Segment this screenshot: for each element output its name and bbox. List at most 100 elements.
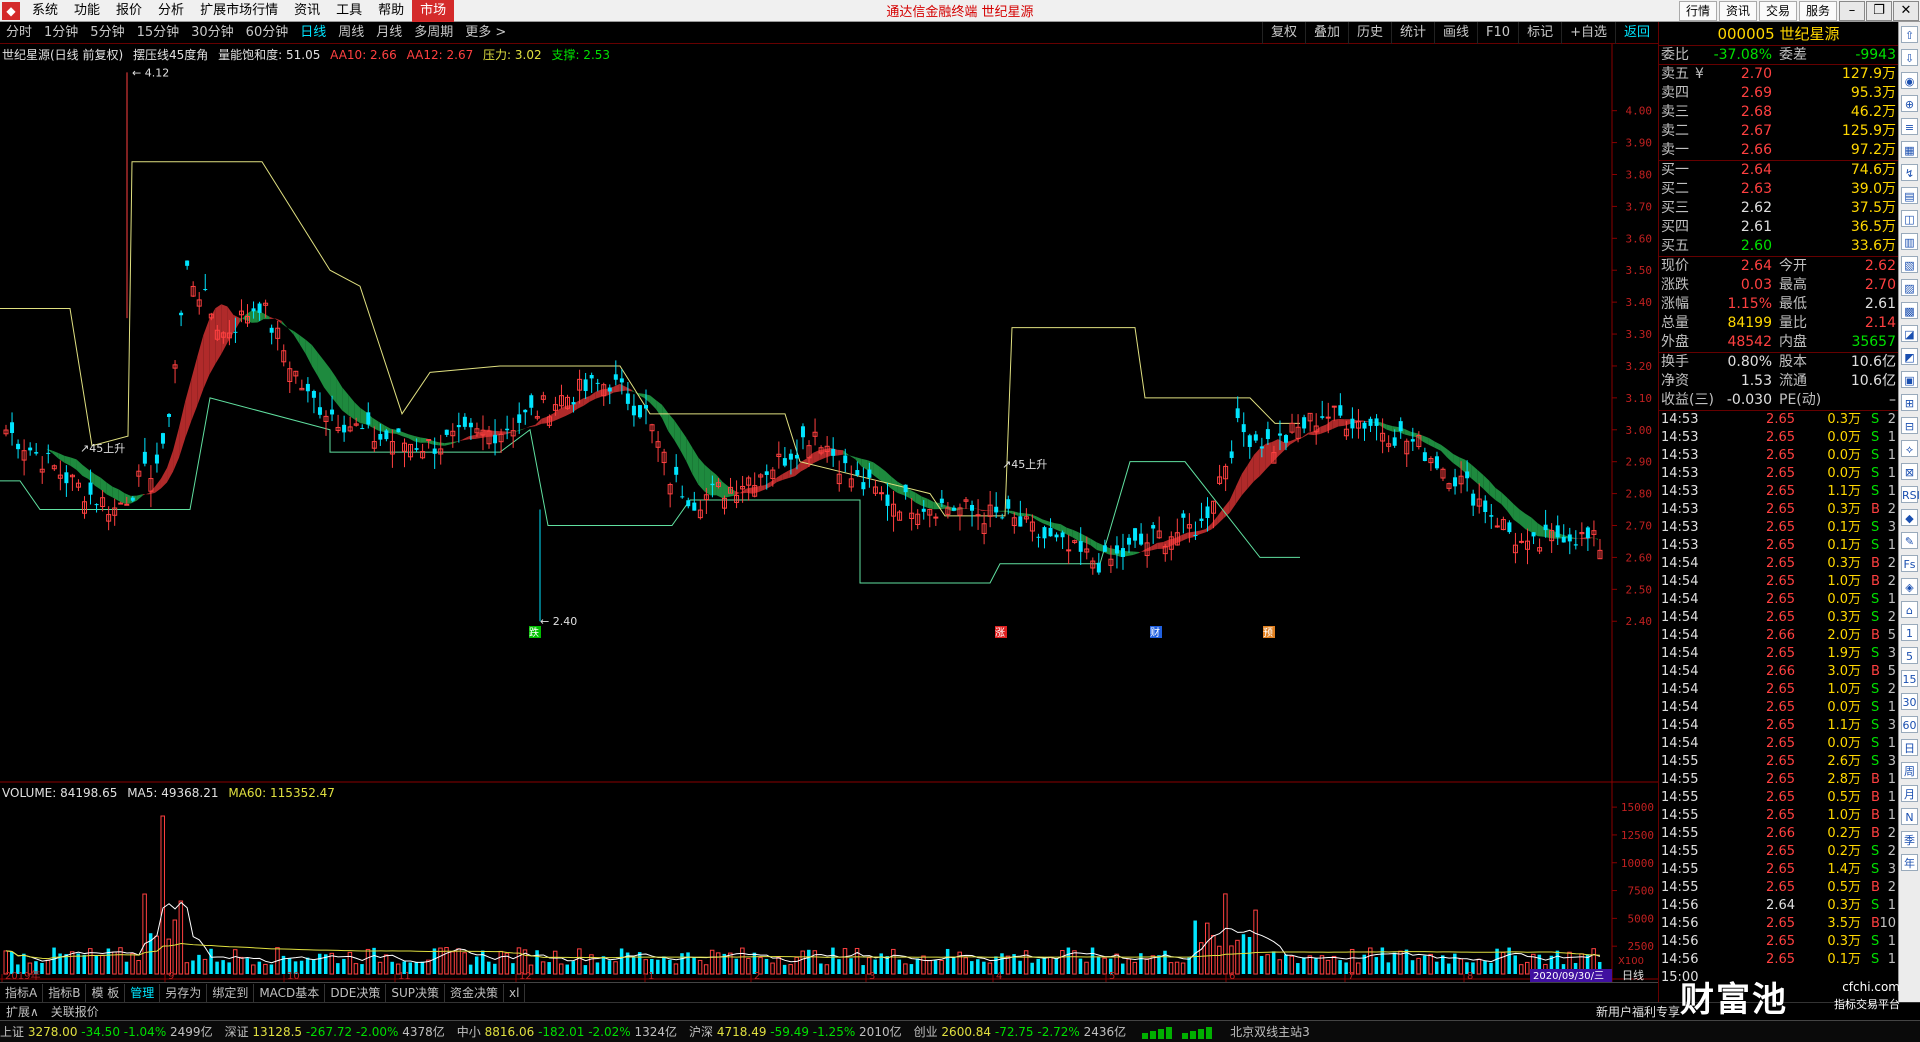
ask-row[interactable]: 卖一 2.66 97.2万 (1659, 141, 1898, 160)
top-tab-button[interactable]: 行情 (1678, 1, 1717, 21)
index-item[interactable]: 创业 2600.84 -72.75 -2.72% 2436亿 (914, 1023, 1127, 1040)
menu-item[interactable]: 资讯 (286, 0, 328, 22)
function-tab[interactable]: SUP决策 (386, 983, 446, 1002)
restore-icon[interactable]: ❐ (1866, 1, 1892, 21)
side-tool-icon[interactable]: ◉ (1901, 72, 1918, 89)
index-item[interactable]: 中小 8816.06 -182.01 -2.02% 1324亿 (457, 1023, 677, 1040)
close-icon[interactable]: ✕ (1893, 1, 1919, 21)
index-item[interactable]: 上证 3278.00 -34.50 -1.04% 2499亿 (0, 1023, 213, 1040)
period-tab[interactable]: 月线 (370, 22, 408, 44)
chart-tool-button[interactable]: +自选 (1561, 22, 1615, 44)
period-tab[interactable]: 60分钟 (240, 22, 295, 44)
function-tab[interactable]: DDE决策 (325, 983, 387, 1002)
kline-chart-area[interactable]: 4.00 3.90 3.80 3.70 3.60 3.50 3.40 3.30 3.20 3.10… (0, 44, 1658, 982)
side-tool-icon[interactable]: ◩ (1901, 348, 1918, 365)
menu-item[interactable]: 功能 (66, 0, 108, 22)
side-tool-icon[interactable]: ⊕ (1901, 95, 1918, 112)
side-tool-icon[interactable]: ⊠ (1901, 463, 1918, 480)
period-tab[interactable]: 分时 (0, 22, 38, 44)
side-tool-icon[interactable]: ↯ (1901, 164, 1918, 181)
side-tool-icon[interactable]: Fs (1901, 555, 1918, 572)
menu-item[interactable]: 分析 (150, 0, 192, 22)
side-tool-icon[interactable]: N (1901, 808, 1918, 825)
side-tool-icon[interactable]: ▣ (1901, 371, 1918, 388)
index-item[interactable]: 沪深 4718.49 -59.49 -1.25% 2010亿 (689, 1023, 902, 1040)
chart-tool-button[interactable]: 标记 (1518, 22, 1561, 44)
bid-row[interactable]: 买五 2.60 33.6万 (1659, 237, 1898, 256)
function-tab[interactable]: 指标A (0, 983, 44, 1002)
server-name[interactable]: 北京双线主站3 (1230, 1023, 1310, 1040)
side-tool-icon[interactable]: 季 (1901, 831, 1918, 848)
ask-row[interactable]: 卖三 2.68 46.2万 (1659, 103, 1898, 122)
side-tool-icon[interactable]: 5 (1901, 647, 1918, 664)
menu-item[interactable]: 市场 (412, 0, 455, 22)
menu-item[interactable]: 工具 (328, 0, 370, 22)
side-tool-icon[interactable]: 月 (1901, 785, 1918, 802)
top-tab-button[interactable]: 资讯 (1718, 1, 1757, 21)
function-tab[interactable]: 绑定到 (207, 983, 255, 1002)
function-tab[interactable]: 资金决策 (445, 983, 505, 1002)
function-tab[interactable]: 另存为 (160, 983, 208, 1002)
side-tool-icon[interactable]: ▧ (1901, 256, 1918, 273)
side-tool-icon[interactable]: ▦ (1901, 141, 1918, 158)
promo-link[interactable]: 新用户福利专享 (1596, 1003, 1680, 1020)
extension-tab[interactable]: 扩展∧ (0, 1003, 45, 1020)
menu-item[interactable]: 报价 (108, 0, 150, 22)
function-tab[interactable]: MACD基本 (254, 983, 326, 1002)
function-tab[interactable]: 模 板 (86, 983, 126, 1002)
side-tool-icon[interactable]: 周 (1901, 762, 1918, 779)
side-tool-icon[interactable]: ⊞ (1901, 394, 1918, 411)
period-tab[interactable]: 5分钟 (84, 22, 130, 44)
side-tool-icon[interactable]: ✎ (1901, 532, 1918, 549)
kline-chart-svg[interactable]: 4.00 3.90 3.80 3.70 3.60 3.50 3.40 3.30 3.20 3.10… (0, 44, 1658, 982)
chart-tool-button[interactable]: F10 (1477, 22, 1518, 44)
side-tool-icon[interactable]: ▥ (1901, 233, 1918, 250)
chart-tool-button[interactable]: 画线 (1434, 22, 1477, 44)
period-tab[interactable]: 多周期 (408, 22, 459, 44)
period-tab[interactable]: 30分钟 (185, 22, 240, 44)
side-tool-icon[interactable]: ▩ (1901, 302, 1918, 319)
side-tool-icon[interactable]: ▨ (1901, 279, 1918, 296)
bid-row[interactable]: 买二 2.63 39.0万 (1659, 180, 1898, 199)
chart-tool-button[interactable]: 历史 (1347, 22, 1391, 44)
period-tab[interactable]: 日线 (294, 22, 332, 44)
side-tool-icon[interactable]: ⇩ (1901, 49, 1918, 66)
side-tool-icon[interactable]: 60 (1901, 716, 1918, 733)
ask-row[interactable]: 卖四 2.69 95.3万 (1659, 84, 1898, 103)
side-tool-icon[interactable]: ◆ (1901, 509, 1918, 526)
bid-row[interactable]: 买三 2.62 37.5万 (1659, 199, 1898, 218)
period-tab[interactable]: 1分钟 (38, 22, 84, 44)
menu-item[interactable]: 系统 (24, 0, 66, 22)
menu-item[interactable]: 扩展市场行情 (192, 0, 286, 22)
indicator-name[interactable]: 摆压线45度角 (133, 48, 208, 62)
side-tool-icon[interactable]: ≡ (1901, 118, 1918, 135)
chart-tool-button[interactable]: 返回 (1614, 22, 1658, 44)
side-tool-icon[interactable]: ◪ (1901, 325, 1918, 342)
index-item[interactable]: 深证 13128.5 -267.72 -2.00% 4378亿 (225, 1023, 445, 1040)
side-tool-icon[interactable]: 年 (1901, 854, 1918, 871)
extension-tab[interactable]: 关联报价 (45, 1003, 105, 1020)
side-tool-icon[interactable]: RSI (1901, 486, 1920, 503)
stock-title[interactable]: 000005 世纪星源 (1659, 22, 1898, 46)
chart-tool-button[interactable]: 统计 (1391, 22, 1434, 44)
bid-row[interactable]: 买一 2.64 74.6万 (1659, 161, 1898, 180)
period-tab[interactable]: 15分钟 (131, 22, 186, 44)
period-tab[interactable]: 更多 > (459, 22, 512, 44)
side-tool-icon[interactable]: 15 (1901, 670, 1918, 687)
bid-row[interactable]: 买四 2.61 36.5万 (1659, 218, 1898, 237)
function-tab[interactable]: 指标B (43, 983, 87, 1002)
side-tool-icon[interactable]: ⊟ (1901, 417, 1918, 434)
ask-row[interactable]: 卖二 2.67 125.9万 (1659, 122, 1898, 141)
menu-item[interactable]: 帮助 (370, 0, 412, 22)
side-tool-icon[interactable]: ⌂ (1901, 601, 1918, 618)
side-tool-icon[interactable]: ◫ (1901, 210, 1918, 227)
ask-row[interactable]: 卖五 ¥2.70 127.9万 (1659, 65, 1898, 84)
side-tool-icon[interactable]: ◈ (1901, 578, 1918, 595)
side-tool-icon[interactable]: ⇧ (1901, 26, 1918, 43)
period-tab[interactable]: 周线 (332, 22, 370, 44)
tick-list[interactable]: 14:53 2.65 0.3万 S 2 14:53 2.65 0.0万 S 1 14:53 2.65 0… (1659, 411, 1898, 987)
side-tool-icon[interactable]: 30 (1901, 693, 1918, 710)
side-tool-icon[interactable]: 1 (1901, 624, 1918, 641)
function-tab[interactable]: 管理 (125, 983, 161, 1002)
top-tab-button[interactable]: 服务 (1798, 1, 1837, 21)
